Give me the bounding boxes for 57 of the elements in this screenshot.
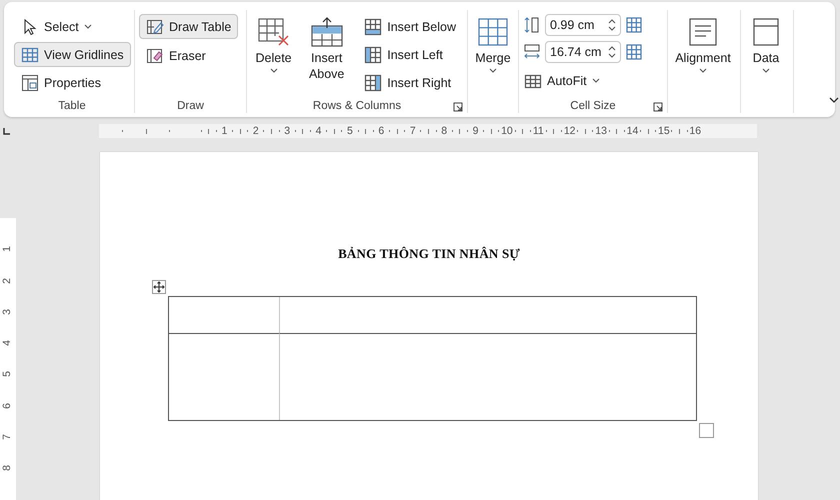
row-height-icon: [523, 16, 541, 34]
document-title: BẢNG THÔNG TIN NHÂN SỰ: [338, 246, 520, 262]
insert-left-icon: [364, 46, 382, 64]
chevron-icon: [489, 68, 497, 73]
data-button[interactable]: Data: [745, 14, 787, 113]
insert-left-button[interactable]: Insert Left: [357, 42, 463, 67]
dialog-launcher-icon[interactable]: [653, 102, 663, 112]
alignment-button[interactable]: Alignment: [672, 14, 734, 113]
insert-right-button[interactable]: Insert Right: [357, 70, 463, 95]
insert-above-icon: [310, 16, 344, 48]
spin-arrows-icon: [608, 18, 616, 32]
properties-icon: [21, 74, 39, 92]
pencil-table-icon: [146, 18, 164, 36]
ruler-number: 4: [0, 340, 14, 346]
chevron-icon: [270, 68, 278, 73]
ruler-number: 6: [0, 402, 14, 409]
chevron-icon: [699, 68, 707, 73]
insert-below-button[interactable]: Insert Below: [357, 14, 463, 39]
insert-above-button[interactable]: Insert Above: [304, 14, 350, 99]
group-label: Draw: [177, 99, 204, 113]
gridlines-icon: [21, 46, 39, 64]
ruler-number: 5: [0, 372, 14, 378]
spin-arrows-icon: [608, 45, 616, 59]
group-label: Rows & Columns: [312, 99, 402, 113]
group-label: Cell Size: [570, 99, 616, 113]
ruler-number: 1: [0, 246, 14, 252]
merge-button[interactable]: Merge: [472, 14, 514, 113]
view-gridlines-button[interactable]: View Gridlines: [14, 42, 131, 67]
ruler-number: 3: [0, 308, 14, 315]
select-button[interactable]: Select: [14, 14, 131, 39]
group-label: Table: [58, 99, 86, 113]
eraser-button[interactable]: Eraser: [139, 43, 238, 68]
delete-button[interactable]: Delete: [251, 14, 296, 99]
chevron-icon: [592, 78, 600, 83]
table-resize-handle[interactable]: [698, 423, 714, 438]
dialog-launcher-icon[interactable]: [453, 102, 463, 112]
ruler-number: 7: [0, 434, 14, 440]
collapse-ribbon-icon[interactable]: [829, 96, 839, 104]
merge-cells-icon: [476, 16, 510, 48]
height-field[interactable]: 0.99 cm: [545, 14, 621, 36]
insert-below-icon: [364, 18, 382, 36]
column-width-icon: [523, 43, 541, 61]
draw-table-button[interactable]: Draw Table: [139, 14, 238, 39]
ruler-number: 2: [0, 278, 14, 284]
eraser-icon: [146, 46, 164, 64]
insert-right-icon: [364, 74, 382, 92]
delete-table-icon: [256, 16, 291, 48]
table-move-handle-icon[interactable]: [152, 280, 166, 294]
chevron-icon: [762, 68, 770, 73]
distribute-rows-icon: [625, 16, 643, 34]
chevron-icon: [84, 24, 92, 29]
tab-stop-icon[interactable]: [3, 128, 10, 134]
width-field[interactable]: 16.74 cm: [545, 41, 621, 63]
distribute-columns-icon: [625, 43, 643, 61]
ruler-number: 8: [0, 465, 14, 472]
autofit-button[interactable]: AutoFit: [523, 68, 643, 93]
properties-button[interactable]: Properties: [14, 70, 131, 95]
